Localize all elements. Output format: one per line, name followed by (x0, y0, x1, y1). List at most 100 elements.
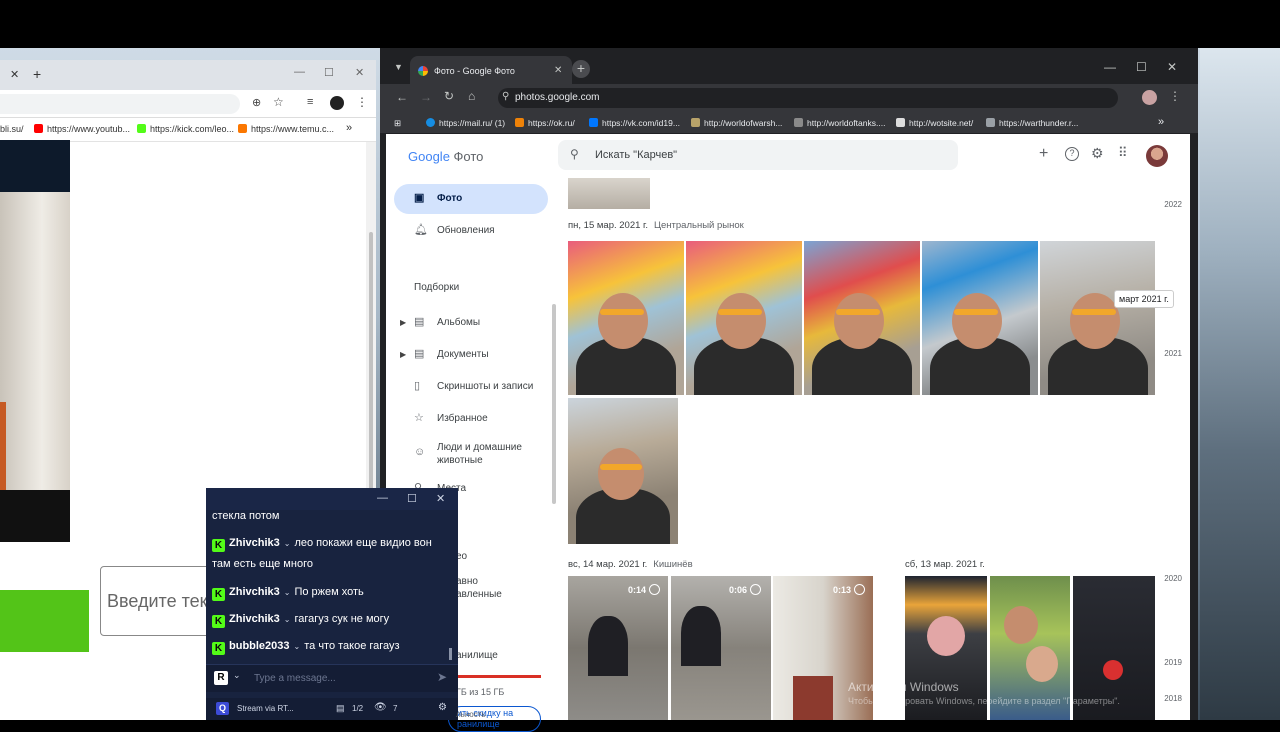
address-bar[interactable]: ⚲ photos.google.com (498, 88, 1118, 108)
nav-screenshots[interactable]: ▯ Скриншоты и записи (394, 372, 548, 402)
date-text: пн, 15 мар. 2021 г. (568, 220, 648, 231)
date-group-header: пн, 15 мар. 2021 г. Центральный рынок (568, 220, 744, 231)
close-window-icon[interactable]: ✕ (436, 492, 445, 505)
star-icon: ☆ (414, 412, 424, 424)
video-thumbnail[interactable]: 0:06 (671, 576, 771, 720)
home-icon[interactable]: ⌂ (468, 89, 475, 103)
temu-icon (238, 124, 247, 133)
zoom-icon[interactable]: ⊕ (252, 96, 261, 109)
close-tab-icon[interactable]: ✕ (554, 65, 562, 76)
bookmark-item[interactable]: http://wotsite.net/ (896, 118, 973, 128)
profile-avatar[interactable] (1142, 90, 1157, 105)
back-icon[interactable]: ← (396, 90, 408, 104)
search-input[interactable]: ⚲ Искать "Карчев" (558, 140, 958, 170)
apps-grid-icon[interactable]: ⠿ (1118, 145, 1128, 161)
expand-caret-icon[interactable]: ▶ (400, 318, 406, 327)
photo-thumbnail[interactable] (568, 178, 650, 209)
send-icon[interactable]: ➤ (437, 670, 447, 684)
bookmark-item[interactable]: https://www.youtub... (34, 124, 130, 134)
bookmark-item[interactable]: https://ok.ru/ (515, 118, 575, 128)
nav-documents[interactable]: ▶ ▤ Документы (394, 340, 548, 370)
bookmark-item[interactable]: https://kick.com/leo... (137, 124, 234, 134)
green-send-button[interactable] (0, 590, 89, 652)
apps-icon[interactable]: ⊞ (394, 118, 401, 129)
chevron-down-icon[interactable]: ⌄ (233, 670, 241, 681)
nav-photos[interactable]: ▣ Фото (394, 184, 548, 214)
left-address-bar[interactable] (0, 94, 240, 114)
nav-favorites[interactable]: ☆ Избранное (394, 404, 548, 434)
photo-thumbnail[interactable] (568, 241, 684, 395)
chat-message-input[interactable]: Type a message... (254, 673, 336, 684)
nav-recent-fragment[interactable]: авно (456, 576, 478, 587)
menu-icon[interactable]: ⋮ (1169, 89, 1181, 103)
chevron-down-icon[interactable]: ⌄ (294, 642, 301, 651)
nav-people[interactable]: ☺ Люди и домашние животные (394, 436, 548, 470)
add-icon[interactable]: + (1039, 145, 1048, 163)
rt-logo-icon[interactable]: R (214, 671, 228, 685)
bookmark-item[interactable]: https://warthunder.r... (986, 118, 1078, 128)
sidebar-scrollbar[interactable] (552, 304, 556, 504)
chevron-down-icon[interactable]: ⌄ (284, 539, 291, 548)
photo-thumbnail[interactable] (568, 398, 678, 544)
new-tab-icon[interactable]: + (572, 60, 590, 78)
expand-caret-icon[interactable]: ▶ (400, 350, 406, 359)
site-info-icon[interactable]: ⚲ (502, 91, 509, 102)
close-window-icon[interactable]: ✕ (355, 66, 364, 79)
media-icon[interactable]: ≡ (307, 96, 313, 108)
bookmark-item[interactable]: http://worldoftanks.... (794, 118, 885, 128)
bookmark-item[interactable]: bli.su/ (0, 124, 24, 134)
photo-grid: 2022 пн, 15 мар. 2021 г. Центральный рыно… (558, 178, 1190, 720)
minimize-icon[interactable]: — (1104, 60, 1116, 74)
bookmark-item[interactable]: http://worldofwarsh... (691, 118, 782, 128)
search-icon: ⚲ (570, 147, 579, 161)
maximize-icon[interactable]: ☐ (324, 66, 334, 79)
video-thumbnail[interactable]: 0:14 (568, 576, 668, 720)
message-text: гагагуз сук не могу (294, 613, 390, 625)
bookmark-item[interactable]: https://mail.ru/ (1) (426, 118, 505, 128)
maximize-icon[interactable]: ☐ (407, 492, 417, 505)
tab-search-icon[interactable]: ▼ (394, 62, 403, 72)
photo-thumbnail[interactable] (804, 241, 920, 395)
nav-albums[interactable]: ▶ ▤ Альбомы (394, 308, 548, 338)
nav-recent-fragment-2[interactable]: авленные (456, 589, 502, 600)
year-marker: 2018 (1164, 694, 1182, 703)
username[interactable]: Zhivchik3 (229, 537, 280, 549)
help-icon[interactable]: ? (1065, 147, 1079, 161)
menu-icon[interactable]: ⋮ (356, 95, 368, 109)
bookmark-item[interactable]: https://vk.com/id19... (589, 118, 680, 128)
chevron-down-icon[interactable]: ⌄ (284, 615, 291, 624)
more-bookmarks-icon[interactable]: » (346, 122, 352, 134)
photo-thumbnail[interactable] (922, 241, 1038, 395)
username[interactable]: Zhivchik3 (229, 586, 280, 598)
google-photos-logo[interactable]: Google Фото (408, 149, 483, 164)
close-window-icon[interactable]: ✕ (1167, 60, 1177, 74)
minimize-icon[interactable]: — (294, 66, 305, 78)
bookmark-item[interactable]: https://www.temu.c... (238, 124, 334, 134)
bookmark-star-icon[interactable]: ☆ (273, 95, 284, 109)
photo-thumbnail[interactable] (686, 241, 802, 395)
settings-gear-icon[interactable]: ⚙ (1091, 145, 1104, 162)
more-bookmarks-icon[interactable]: » (1158, 116, 1164, 128)
footer-app-name: Stream via RT... (237, 704, 294, 713)
account-avatar[interactable] (1146, 145, 1168, 167)
nav-updates[interactable]: 🔔︎ Обновления (394, 216, 548, 246)
maximize-icon[interactable]: ☐ (1136, 60, 1147, 74)
left-bookmark-bar: bli.su/ https://www.youtub... https://ki… (0, 118, 376, 142)
video-dark-band (0, 140, 70, 192)
new-tab-icon[interactable]: + (33, 66, 41, 82)
chat-scrollbar[interactable] (449, 648, 452, 660)
reload-icon[interactable]: ↻ (444, 89, 454, 103)
photo-thumbnail[interactable] (1040, 241, 1155, 395)
nav-storage-fragment[interactable]: анилище (456, 650, 498, 661)
username[interactable]: bubble2033 (229, 640, 290, 652)
profile-avatar[interactable] (330, 96, 344, 110)
settings-gear-icon[interactable]: ⚙ (438, 702, 447, 713)
face-icon: ☺ (414, 446, 426, 458)
forward-icon[interactable]: → (420, 90, 432, 104)
close-tab-icon[interactable]: ✕ (10, 68, 19, 81)
minimize-icon[interactable]: — (377, 492, 388, 504)
chevron-down-icon[interactable]: ⌄ (284, 588, 291, 597)
sidebar-bottom-fragment[interactable]: льность (456, 710, 486, 719)
username[interactable]: Zhivchik3 (229, 613, 280, 625)
message-input[interactable]: Введите тек (100, 566, 220, 636)
